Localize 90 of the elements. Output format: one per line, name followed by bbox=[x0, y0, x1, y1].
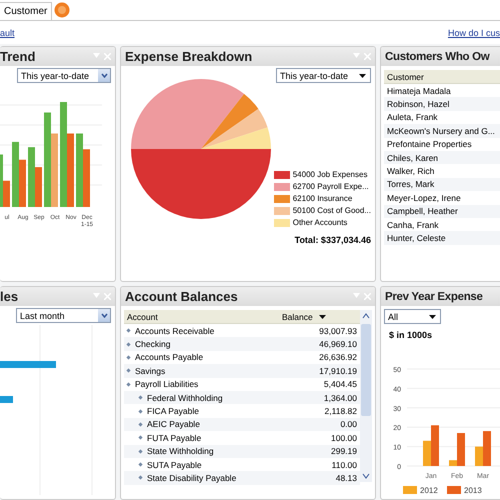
customer-tab[interactable]: Customer bbox=[0, 2, 52, 20]
bullet-icon bbox=[126, 382, 131, 386]
table-cell-text: McKeown's Nursery and G... bbox=[386, 126, 496, 136]
table-cell-text: Federal Withholding bbox=[146, 392, 224, 403]
table-cell-text: Himateja Madala bbox=[386, 86, 452, 96]
table-cell-text: AEIC Payable bbox=[146, 419, 201, 430]
table-cell-text: Auleta, Frank bbox=[386, 112, 439, 122]
table-cell-text: 26,636.92 bbox=[318, 352, 358, 362]
table-cell-text: FICA Payable bbox=[146, 406, 200, 416]
badge-icon bbox=[54, 2, 70, 18]
close-icon[interactable] bbox=[104, 293, 111, 300]
table-cell-text: 17,910.19 bbox=[318, 366, 358, 376]
menu-caret-icon[interactable] bbox=[93, 293, 100, 298]
table-cell-text: 110.00 bbox=[330, 460, 358, 470]
table-cell-text: State Disability Payable bbox=[146, 472, 238, 483]
table-cell-text: State Withholding bbox=[146, 446, 215, 456]
table-cell-text: FUTA Payable bbox=[146, 432, 202, 443]
table-cell-text: Accounts Receivable bbox=[134, 326, 216, 336]
legend-label: 62700 Payroll Expe... bbox=[292, 182, 369, 191]
bullet-icon bbox=[138, 462, 143, 467]
table-cell-text: 48.13 bbox=[334, 472, 358, 483]
table-cell-text: 93,007.93 bbox=[318, 326, 358, 336]
bullet-icon bbox=[138, 396, 143, 400]
table-cell-text: Meyer-Lopez, Irene bbox=[386, 192, 462, 203]
menu-caret-icon[interactable] bbox=[353, 293, 360, 298]
table-cell-text: Hunter, Celeste bbox=[386, 232, 447, 243]
table-cell-text: 2,118.82 bbox=[324, 406, 358, 416]
period-dropdown[interactable]: This year-to-date bbox=[276, 68, 371, 83]
period-dropdown[interactable]: This year-to-date bbox=[17, 68, 111, 83]
panel-title: Expense Breakdown bbox=[125, 49, 252, 64]
column-header[interactable]: Account bbox=[124, 312, 279, 322]
table-cell-text: Walker, Rich bbox=[386, 166, 436, 176]
table-cell-text: SUTA Payable bbox=[146, 460, 203, 470]
chevron-down-icon[interactable] bbox=[100, 73, 108, 78]
table-cell-text: Accounts Payable bbox=[134, 352, 204, 362]
bullet-icon bbox=[138, 408, 143, 414]
table-cell-text: Chiles, Karen bbox=[386, 152, 440, 163]
bullet-icon bbox=[126, 342, 131, 346]
close-icon[interactable] bbox=[364, 53, 371, 60]
panel-title: Trend bbox=[0, 49, 36, 64]
table-cell-text: Savings bbox=[134, 366, 166, 376]
dropdown-caret-icon bbox=[429, 314, 436, 318]
filter-dropdown[interactable]: All bbox=[384, 309, 441, 324]
table-cell-text: Checking bbox=[134, 339, 172, 350]
legend-label: 50100 Cost of Good... bbox=[292, 206, 371, 215]
legend-label: 54000 Job Expenses bbox=[292, 170, 368, 179]
dropdown-button[interactable] bbox=[98, 69, 110, 82]
close-icon[interactable] bbox=[364, 293, 371, 300]
bullet-icon bbox=[126, 355, 131, 360]
table-cell-text: Canha, Frank bbox=[386, 220, 440, 230]
total-amount: Total: $337,034.46 bbox=[294, 234, 372, 245]
table-cell-text: Prefontaine Properties bbox=[386, 139, 473, 150]
legend-label: 2013 bbox=[464, 486, 482, 495]
scrollbar[interactable] bbox=[360, 310, 372, 482]
menu-caret-icon[interactable] bbox=[93, 53, 100, 58]
table-cell-text: 0.00 bbox=[339, 419, 358, 430]
dropdown-caret-icon bbox=[359, 74, 366, 78]
panel-title: Customers Who Ow bbox=[385, 50, 490, 62]
legend-label: 62100 Insurance bbox=[292, 194, 352, 203]
table-cell-text: Torres, Mark bbox=[386, 179, 436, 190]
chevron-down-icon[interactable] bbox=[100, 313, 108, 318]
table-cell-text: 100.00 bbox=[330, 432, 358, 443]
table-cell-text: 5,404.45 bbox=[322, 379, 358, 390]
bullet-icon bbox=[126, 328, 131, 333]
table-cell-text: Robinson, Hazel bbox=[386, 99, 450, 110]
panel-title: Prev Year Expense bbox=[385, 290, 483, 302]
panel-title: les bbox=[0, 289, 18, 304]
bullet-icon bbox=[138, 449, 143, 454]
default-link[interactable]: ault bbox=[0, 28, 15, 38]
bullet-icon bbox=[138, 436, 143, 440]
table-cell-text: 299.19 bbox=[330, 446, 358, 456]
table-header[interactable]: Customer bbox=[384, 70, 500, 84]
column-header[interactable]: Balance bbox=[279, 312, 360, 322]
bullet-icon bbox=[138, 476, 143, 480]
close-icon[interactable] bbox=[104, 53, 111, 60]
table-cell-text: 46,969.10 bbox=[318, 339, 358, 350]
help-link[interactable]: How do I cus bbox=[448, 28, 500, 38]
dropdown-caret-icon bbox=[318, 314, 326, 318]
table-cell-text: 1,364.00 bbox=[322, 392, 358, 403]
bullet-icon bbox=[126, 368, 131, 373]
table-cell-text: Campbell, Heather bbox=[386, 206, 459, 216]
dropdown-button[interactable] bbox=[98, 309, 110, 322]
menu-caret-icon[interactable] bbox=[353, 53, 360, 58]
unit-label: $ in 1000s bbox=[388, 329, 434, 340]
table-cell-text: Payroll Liabilities bbox=[134, 379, 200, 390]
period-dropdown[interactable]: Last month bbox=[16, 308, 111, 323]
panel-title: Account Balances bbox=[125, 289, 238, 304]
legend-label: 2012 bbox=[420, 486, 438, 495]
legend-label: Other Accounts bbox=[292, 218, 348, 227]
bullet-icon bbox=[138, 422, 143, 427]
